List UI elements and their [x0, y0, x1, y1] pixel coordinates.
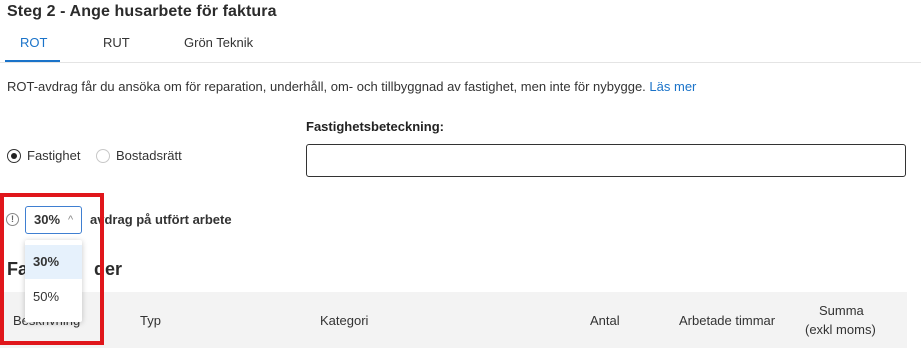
- read-more-link[interactable]: Läs mer: [649, 79, 696, 94]
- radio-fastighet[interactable]: Fastighet: [7, 148, 80, 163]
- rot-info-text: ROT-avdrag får du ansöka om för reparati…: [7, 79, 696, 94]
- deduction-label: avdrag på utfört arbete: [90, 212, 232, 227]
- tab-gron-teknik[interactable]: Grön Teknik: [184, 35, 253, 50]
- info-icon[interactable]: !: [6, 213, 19, 226]
- radio-fastighet-label: Fastighet: [27, 148, 81, 163]
- property-designation-label-text: Fastighetsbeteckning: [306, 119, 440, 134]
- dropdown-option-30[interactable]: 30%: [25, 245, 82, 279]
- property-designation-label: Fastighetsbeteckning:: [306, 119, 444, 134]
- tab-rut[interactable]: RUT: [103, 35, 130, 50]
- active-tab-indicator: [5, 60, 60, 62]
- property-designation-label-colon: :: [439, 119, 444, 134]
- deduction-selected-value: 30%: [34, 212, 61, 227]
- page-title: Steg 2 - Ange husarbete för faktura: [7, 3, 277, 20]
- rot-info-description: ROT-avdrag får du ansöka om för reparati…: [7, 79, 646, 94]
- column-summa[interactable]: Summa: [819, 303, 864, 318]
- radio-bostadsratt-label: Bostadsrätt: [116, 148, 182, 163]
- rows-section-title-end: der: [94, 259, 123, 279]
- column-antal[interactable]: Antal: [590, 313, 620, 328]
- property-designation-input[interactable]: [306, 144, 906, 177]
- chevron-up-icon: ^: [68, 214, 74, 226]
- radio-button-checked[interactable]: [7, 148, 21, 163]
- deduction-percent-select[interactable]: 30% ^: [25, 206, 82, 234]
- column-arbetade-timmar[interactable]: Arbetade timmar: [679, 313, 775, 328]
- tab-bar: ROT RUT Grön Teknik: [0, 30, 921, 63]
- radio-bostadsratt[interactable]: Bostadsrätt: [96, 148, 182, 163]
- column-summa-subtitle: (exkl moms): [805, 322, 876, 337]
- column-kategori[interactable]: Kategori: [320, 313, 368, 328]
- deduction-dropdown-menu: 30% 50%: [25, 240, 82, 322]
- radio-button-unchecked[interactable]: [96, 148, 110, 163]
- tab-rot[interactable]: ROT: [20, 35, 47, 50]
- dropdown-option-50[interactable]: 50%: [25, 280, 82, 314]
- column-typ[interactable]: Typ: [140, 313, 161, 328]
- table-header: Beskrivning Typ Kategori Antal Arbetade …: [0, 292, 907, 348]
